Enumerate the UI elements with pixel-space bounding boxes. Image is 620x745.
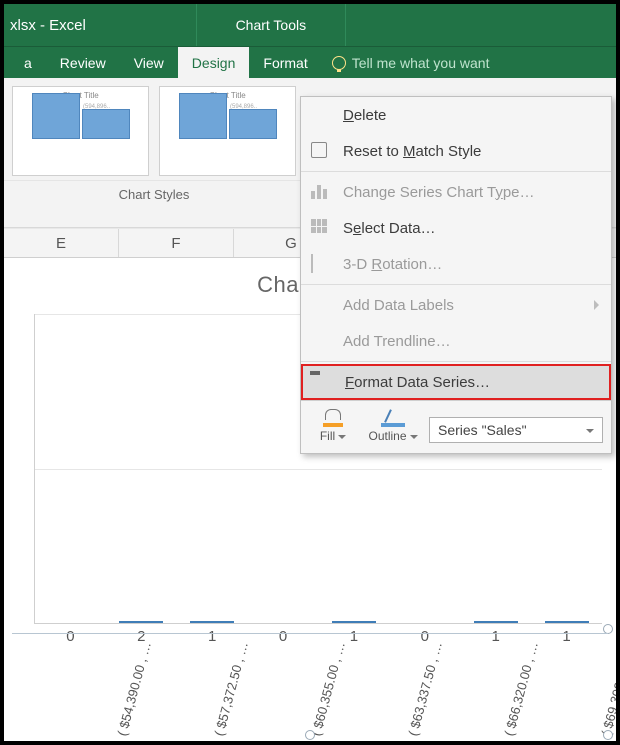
- mini-toolbar: Fill Outline Series "Sales": [301, 400, 611, 453]
- selection-handle-icon[interactable]: [603, 730, 613, 740]
- group-label-chart-styles: Chart Styles: [4, 180, 304, 208]
- tell-me-search[interactable]: Tell me what you want: [322, 47, 500, 78]
- tab-design[interactable]: Design: [178, 47, 250, 78]
- tab-format[interactable]: Format: [249, 47, 321, 78]
- bar[interactable]: 1: [545, 621, 589, 623]
- bar-slot: 1: [531, 621, 602, 623]
- chevron-down-icon: [586, 429, 594, 433]
- x-tick-label: ( $57,372.50 , …: [167, 628, 251, 737]
- col-E[interactable]: E: [4, 229, 119, 257]
- ctx-add-trendline: Add Trendline…: [301, 323, 611, 359]
- chart-type-icon: [311, 183, 331, 201]
- select-data-icon: [311, 219, 331, 237]
- bar-slot: 1: [177, 621, 248, 623]
- selection-frame: [12, 633, 608, 634]
- ribbon-tabs: a Review View Design Format Tell me what…: [4, 46, 616, 78]
- app-frame: xlsx - Excel Chart Tools a Review View D…: [0, 0, 620, 745]
- bar-slot: 1: [460, 621, 531, 623]
- x-axis-labels: ( $54,390.00 , …( $57,372.50 , …( $60,35…: [34, 675, 602, 736]
- chevron-down-icon: [338, 435, 346, 439]
- paint-bucket-icon: [321, 409, 345, 427]
- tab-review[interactable]: Review: [46, 47, 120, 78]
- bar[interactable]: 1: [474, 621, 518, 623]
- selection-handle-icon[interactable]: [305, 730, 315, 740]
- bar[interactable]: 1: [332, 621, 376, 623]
- ctx-delete[interactable]: Delete: [301, 97, 611, 133]
- bulb-icon: [332, 56, 346, 70]
- ctx-3d-rotation: 3-D Rotation…: [301, 246, 611, 282]
- bar-slot: 2: [106, 621, 177, 623]
- bar-slot: 1: [319, 621, 390, 623]
- format-series-icon: [313, 373, 333, 391]
- ctx-format-data-series[interactable]: Format Data Series…: [301, 364, 611, 400]
- context-menu: Delete Reset to Match Style Change Serie…: [300, 96, 612, 454]
- tell-me-text: Tell me what you want: [352, 55, 490, 71]
- ctx-select-data[interactable]: Select Data…: [301, 210, 611, 246]
- mini-fill-button[interactable]: Fill: [309, 409, 357, 443]
- tab-view[interactable]: View: [120, 47, 178, 78]
- series-selector[interactable]: Series "Sales": [429, 417, 603, 443]
- submenu-arrow-icon: [594, 300, 599, 310]
- chevron-down-icon: [410, 435, 418, 439]
- mini-outline-button[interactable]: Outline: [369, 409, 417, 443]
- cube-icon: [311, 255, 331, 273]
- tab-partial[interactable]: a: [10, 47, 46, 78]
- x-tick-label: ( $66,320.00 , …: [457, 628, 541, 737]
- style-thumb-1[interactable]: Chart Title (548,859.. (594,896..: [12, 86, 149, 176]
- col-F[interactable]: F: [119, 229, 234, 257]
- chart-styles-gallery[interactable]: Chart Title (548,859.. (594,896.. Chart …: [4, 78, 304, 176]
- titlebar: xlsx - Excel Chart Tools: [4, 4, 616, 46]
- ctx-change-chart-type: Change Series Chart Type…: [301, 174, 611, 210]
- ctx-reset-style[interactable]: Reset to Match Style: [301, 133, 611, 169]
- pen-outline-icon: [381, 409, 405, 427]
- bar[interactable]: 2: [119, 621, 163, 623]
- style-thumb-2[interactable]: Chart Title (548,859.. (594,896..: [159, 86, 296, 176]
- reset-icon: [311, 142, 331, 160]
- ctx-add-data-labels: Add Data Labels: [301, 287, 611, 323]
- filename: xlsx - Excel: [10, 17, 86, 34]
- bar[interactable]: 1: [190, 621, 234, 623]
- chart-tools-label: Chart Tools: [196, 4, 346, 46]
